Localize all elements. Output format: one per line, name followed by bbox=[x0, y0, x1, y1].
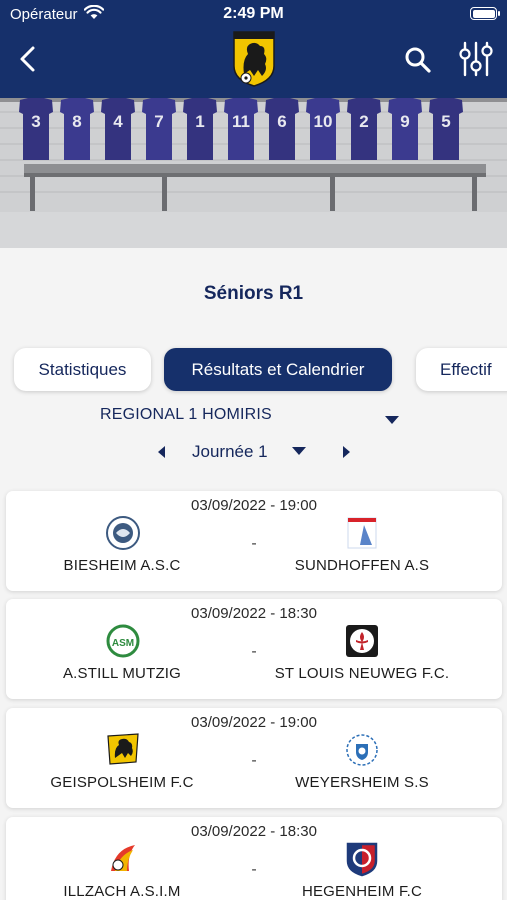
away-team-name: HEGENHEIM F.C bbox=[301, 883, 423, 900]
next-round-icon[interactable] bbox=[337, 443, 355, 461]
away-team-name: WEYERSHEIM S.S bbox=[295, 774, 429, 791]
match-card[interactable]: 03/09/2022 - 18:30 ASM - A.STILL MUTZIG … bbox=[6, 599, 502, 699]
filter-sliders-icon[interactable] bbox=[458, 40, 494, 78]
away-team-name: ST LOUIS NEUWEG F.C. bbox=[274, 665, 450, 682]
competition-label: REGIONAL 1 HOMIRIS bbox=[100, 406, 272, 423]
home-team-name: GEISPOLSHEIM F.C bbox=[50, 774, 194, 791]
match-score: - bbox=[251, 535, 257, 552]
jersey-number: 11 bbox=[232, 112, 250, 131]
top-bar: Opérateur 2:49 PM bbox=[0, 0, 507, 98]
match-card[interactable]: 03/09/2022 - 19:00 - BIESHEIM A.S.C SUND… bbox=[6, 491, 502, 591]
sundhoffen-as-logo bbox=[347, 517, 377, 549]
team-banner-image: 3 8 4 7 1 11 6 10 2 9 5 bbox=[0, 98, 507, 248]
round-dropdown-icon[interactable] bbox=[292, 447, 306, 455]
geispolsheim-fc-logo bbox=[233, 31, 275, 87]
match-card[interactable]: 03/09/2022 - 18:30 - ILLZACH A.S.I.M HEG… bbox=[6, 817, 502, 900]
previous-round-icon[interactable] bbox=[153, 443, 171, 461]
jersey-number: 8 bbox=[72, 112, 81, 131]
back-icon[interactable] bbox=[14, 44, 44, 74]
jersey-number: 1 bbox=[195, 112, 204, 131]
jersey-number: 6 bbox=[277, 112, 286, 131]
home-team-name: A.STILL MUTZIG bbox=[62, 665, 182, 682]
match-date: 03/09/2022 - 18:30 bbox=[191, 605, 317, 622]
tab-effectif[interactable]: Effectif bbox=[416, 348, 507, 391]
away-team-name: SUNDHOFFEN A.S bbox=[294, 557, 430, 574]
status-bar: Opérateur 2:49 PM bbox=[0, 0, 507, 28]
competition-dropdown[interactable]: REGIONAL 1 HOMIRIS bbox=[100, 406, 410, 432]
match-score: - bbox=[251, 752, 257, 769]
jersey-number: 9 bbox=[400, 112, 409, 131]
round-label[interactable]: Journée 1 bbox=[192, 442, 268, 462]
chevron-down-icon bbox=[385, 416, 399, 424]
tab-resultats-calendrier[interactable]: Résultats et Calendrier bbox=[164, 348, 392, 391]
home-team-name: ILLZACH A.S.I.M bbox=[63, 883, 181, 900]
jersey-number: 7 bbox=[154, 112, 163, 131]
tab-statistiques[interactable]: Statistiques bbox=[14, 348, 151, 391]
battery-icon bbox=[470, 7, 500, 20]
st-louis-neuweg-logo bbox=[346, 625, 378, 657]
search-icon[interactable] bbox=[403, 45, 433, 75]
match-score: - bbox=[251, 861, 257, 878]
match-date: 03/09/2022 - 18:30 bbox=[191, 823, 317, 840]
jersey-number: 3 bbox=[31, 112, 40, 131]
home-team-name: BIESHEIM A.S.C bbox=[63, 557, 181, 574]
weyersheim-ss-logo bbox=[346, 734, 378, 766]
match-date: 03/09/2022 - 19:00 bbox=[191, 714, 317, 731]
jersey-number: 10 bbox=[314, 112, 333, 131]
jersey-number: 2 bbox=[359, 112, 368, 131]
match-date: 03/09/2022 - 19:00 bbox=[191, 497, 317, 514]
hegenheim-fc-logo bbox=[346, 842, 378, 877]
match-score: - bbox=[251, 643, 257, 660]
match-card[interactable]: 03/09/2022 - 19:00 - GEISPOLSHEIM F.C WE… bbox=[6, 708, 502, 808]
clock: 2:49 PM bbox=[223, 5, 284, 22]
jersey-number: 5 bbox=[441, 112, 450, 131]
jersey-number: 4 bbox=[113, 112, 123, 131]
team-title: Séniors R1 bbox=[203, 283, 304, 304]
